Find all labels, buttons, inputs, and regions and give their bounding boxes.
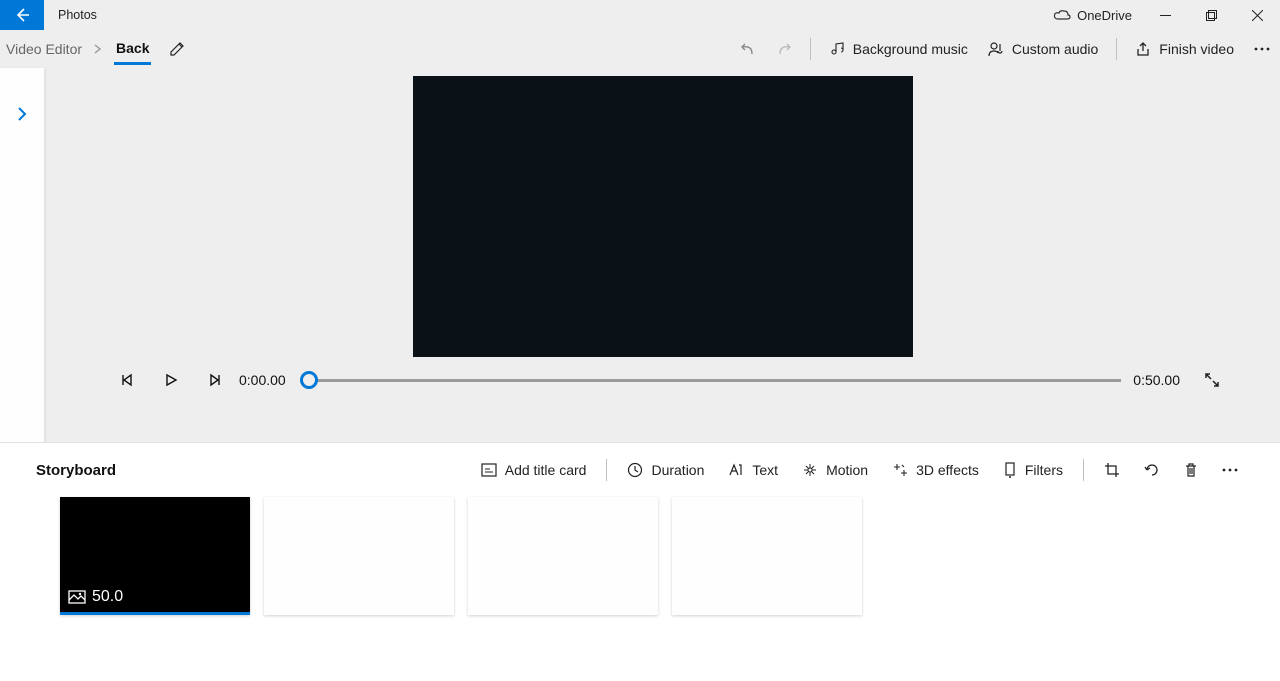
redo-icon	[776, 41, 792, 57]
clip-duration: 50.0	[92, 588, 123, 606]
storyboard-empty-slot[interactable]	[672, 497, 862, 615]
ellipsis-icon	[1254, 47, 1270, 51]
image-icon	[68, 590, 86, 604]
breadcrumb-current[interactable]: Back	[114, 32, 151, 65]
music-icon	[829, 41, 845, 57]
title-card-icon	[481, 463, 497, 477]
prev-frame-button[interactable]	[105, 373, 149, 387]
text-button[interactable]: Text	[716, 443, 790, 497]
back-arrow-button[interactable]	[0, 0, 44, 30]
clock-icon	[627, 462, 643, 478]
rotate-button[interactable]	[1132, 443, 1172, 497]
storyboard-title: Storyboard	[36, 462, 116, 479]
3d-effects-button[interactable]: 3D effects	[880, 443, 991, 497]
maximize-icon	[1206, 10, 1217, 21]
undo-button[interactable]	[730, 30, 766, 67]
play-icon	[164, 373, 178, 387]
back-arrow-icon	[14, 7, 30, 23]
cloud-icon	[1053, 9, 1071, 21]
person-audio-icon	[988, 41, 1004, 57]
minimize-icon	[1160, 10, 1171, 21]
next-frame-button[interactable]	[193, 373, 237, 387]
background-music-button[interactable]: Background music	[819, 30, 978, 67]
motion-button[interactable]: Motion	[790, 443, 880, 497]
onedrive-button[interactable]: OneDrive	[1043, 0, 1142, 30]
filters-label: Filters	[1025, 462, 1063, 478]
toolbar-more-button[interactable]	[1244, 30, 1280, 67]
crop-button[interactable]	[1092, 443, 1132, 497]
chevron-right-icon	[16, 106, 28, 122]
next-frame-icon	[208, 373, 222, 387]
maximize-button[interactable]	[1188, 0, 1234, 30]
redo-button[interactable]	[766, 30, 802, 67]
rename-button[interactable]	[169, 41, 185, 57]
export-icon	[1135, 41, 1151, 57]
play-button[interactable]	[149, 373, 193, 387]
undo-icon	[740, 41, 756, 57]
ellipsis-icon	[1222, 468, 1238, 472]
duration-button[interactable]: Duration	[615, 443, 716, 497]
trash-icon	[1184, 462, 1198, 478]
seek-thumb[interactable]	[300, 371, 318, 389]
text-label: Text	[752, 462, 778, 478]
motion-icon	[802, 462, 818, 478]
text-icon	[728, 463, 744, 477]
delete-button[interactable]	[1172, 443, 1210, 497]
storyboard-clip[interactable]: 50.0	[60, 497, 250, 615]
storyboard-empty-slot[interactable]	[264, 497, 454, 615]
duration-label: Duration	[651, 462, 704, 478]
video-preview	[413, 76, 913, 357]
expand-library-button[interactable]	[16, 106, 28, 442]
breadcrumb-root[interactable]: Video Editor	[6, 41, 82, 57]
breadcrumb: Video Editor Back	[6, 32, 151, 65]
fullscreen-icon	[1204, 372, 1220, 388]
add-title-card-button[interactable]: Add title card	[469, 443, 599, 497]
storyboard-more-button[interactable]	[1210, 443, 1250, 497]
finish-video-label: Finish video	[1159, 41, 1234, 57]
close-button[interactable]	[1234, 0, 1280, 30]
filters-icon	[1003, 462, 1017, 478]
seek-bar[interactable]	[302, 379, 1122, 382]
custom-audio-button[interactable]: Custom audio	[978, 30, 1108, 67]
prev-frame-icon	[120, 373, 134, 387]
total-time: 0:50.00	[1133, 372, 1180, 388]
finish-video-button[interactable]: Finish video	[1125, 30, 1244, 67]
add-title-card-label: Add title card	[505, 462, 587, 478]
library-drawer	[0, 68, 45, 442]
onedrive-label: OneDrive	[1077, 8, 1132, 23]
storyboard-empty-slot[interactable]	[468, 497, 658, 615]
minimize-button[interactable]	[1142, 0, 1188, 30]
chevron-right-icon	[94, 44, 102, 54]
crop-icon	[1104, 462, 1120, 478]
pencil-icon	[169, 41, 185, 57]
custom-audio-label: Custom audio	[1012, 41, 1098, 57]
fullscreen-button[interactable]	[1204, 372, 1220, 388]
filters-button[interactable]: Filters	[991, 443, 1075, 497]
rotate-icon	[1144, 462, 1160, 478]
current-time: 0:00.00	[239, 372, 286, 388]
background-music-label: Background music	[853, 41, 968, 57]
motion-label: Motion	[826, 462, 868, 478]
close-icon	[1252, 10, 1263, 21]
sparkle-icon	[892, 462, 908, 478]
app-title: Photos	[44, 8, 97, 22]
3d-effects-label: 3D effects	[916, 462, 979, 478]
